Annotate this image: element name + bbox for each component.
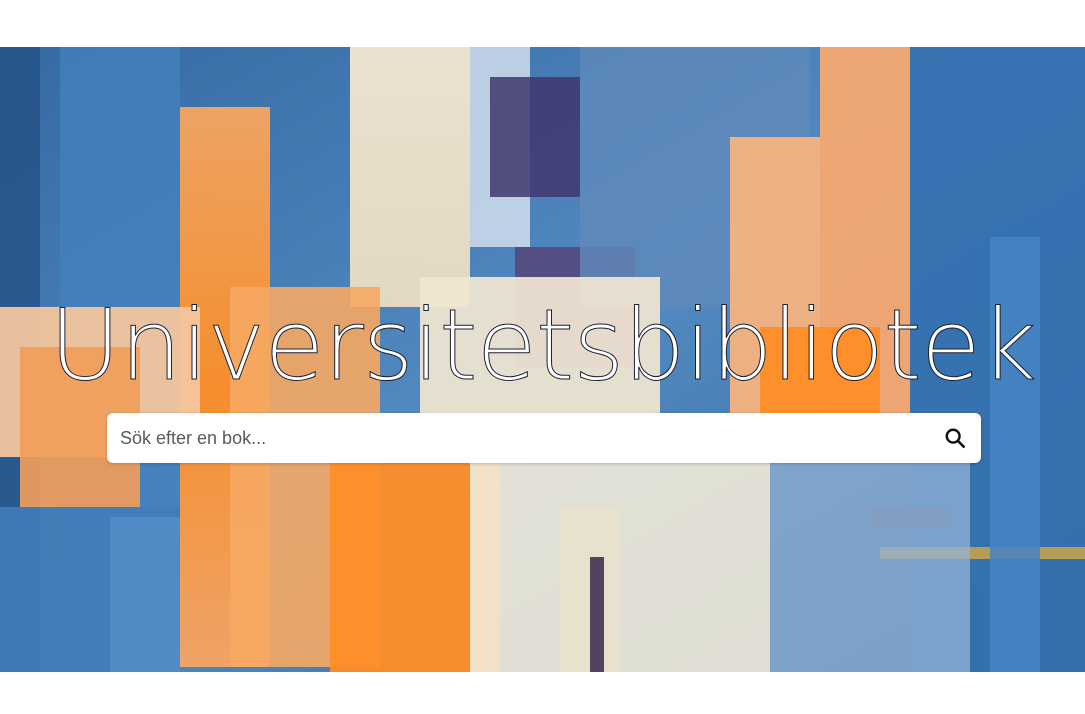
search-input[interactable] — [107, 413, 927, 463]
hero-title: Universitetsbibliotek — [49, 289, 1038, 403]
page: Universitetsbibliotek — [0, 0, 1085, 714]
hero-banner: Universitetsbibliotek — [0, 47, 1085, 672]
search-icon — [945, 428, 965, 448]
search-bar — [107, 413, 981, 463]
search-button[interactable] — [939, 422, 971, 454]
